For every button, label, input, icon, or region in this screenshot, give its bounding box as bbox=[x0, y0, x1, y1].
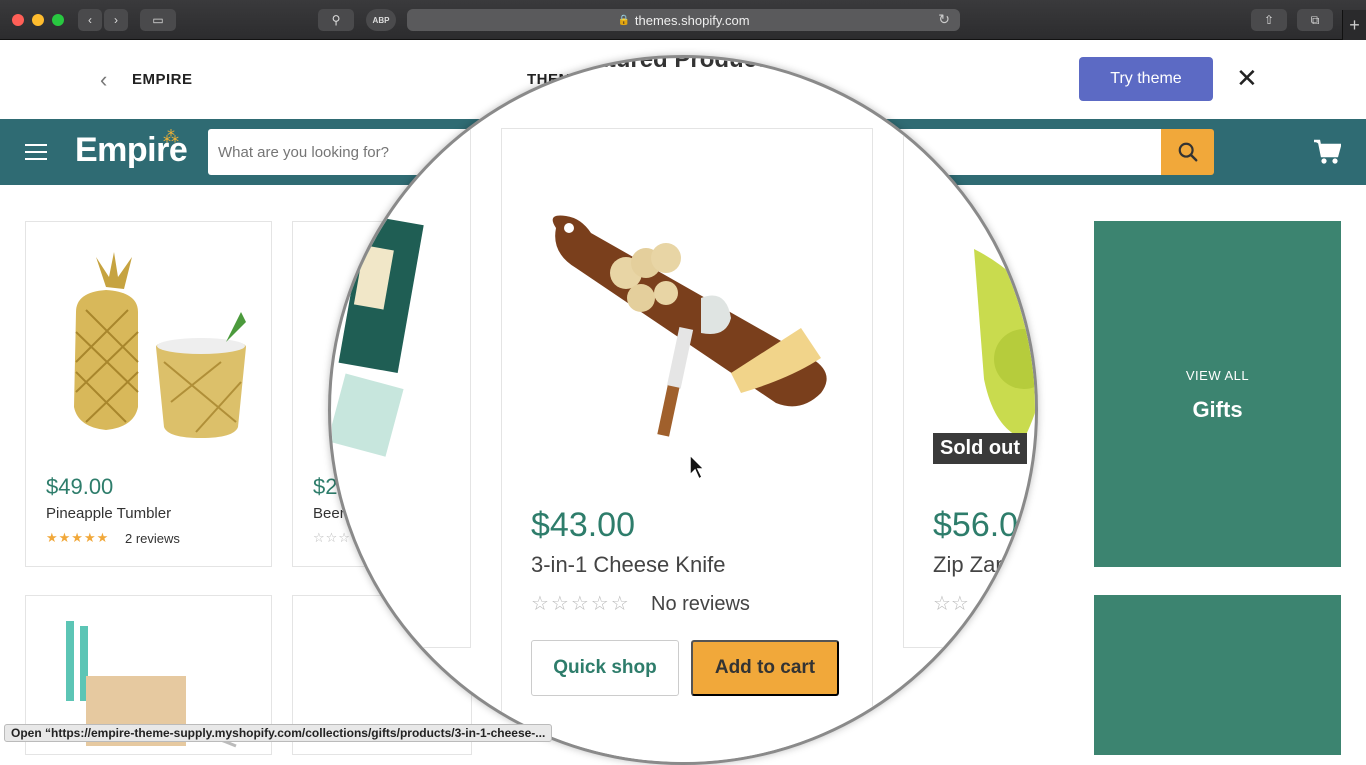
collection-title: Gifts bbox=[1192, 397, 1243, 422]
product-price: $56.0 bbox=[933, 506, 1019, 544]
product-image-cheese-board[interactable] bbox=[541, 208, 841, 448]
extension-button[interactable]: ⚲ bbox=[318, 9, 354, 31]
product-title[interactable]: Zip Zap bbox=[933, 552, 1008, 578]
magnifier-lens: eatured Products $43.00 3-in-1 Cheese Kn… bbox=[328, 55, 1038, 765]
minimize-window-button[interactable] bbox=[32, 14, 44, 26]
quick-shop-button[interactable]: Quick shop bbox=[531, 640, 679, 696]
chevron-left-icon: ‹ bbox=[88, 13, 92, 27]
zoom-window-button[interactable] bbox=[52, 14, 64, 26]
try-theme-button[interactable]: Try theme bbox=[1079, 57, 1213, 101]
sold-out-badge: Sold out bbox=[933, 433, 1027, 464]
adblock-button[interactable]: ABP bbox=[366, 9, 396, 31]
cart-icon bbox=[1314, 139, 1342, 164]
browser-toolbar: ‹ › ▭ ⚲ ABP 🔒 themes.shopify.com ↻ ⇧ ⧉ + bbox=[0, 0, 1366, 40]
close-window-button[interactable] bbox=[12, 14, 24, 26]
star-rating: ☆☆☆☆☆ bbox=[531, 593, 631, 615]
collection-tile[interactable] bbox=[1094, 595, 1341, 755]
back-button[interactable]: ‹ bbox=[78, 9, 102, 31]
chevron-left-icon[interactable]: ‹ bbox=[100, 67, 107, 93]
product-card bbox=[331, 128, 471, 648]
search-button[interactable] bbox=[1161, 129, 1214, 175]
product-card[interactable]: $49.00 Pineapple Tumbler ★★★★★ 2 reviews bbox=[25, 221, 272, 567]
star-rating: ★★★★★ bbox=[46, 530, 110, 545]
review-count: No reviews bbox=[651, 593, 750, 615]
product-image-zip-zap bbox=[974, 249, 1035, 439]
sidebar-icon: ▭ bbox=[152, 13, 164, 27]
menu-icon[interactable] bbox=[25, 144, 47, 160]
product-title[interactable]: 3-in-1 Cheese Knife bbox=[531, 552, 725, 578]
plus-icon: + bbox=[1349, 14, 1360, 35]
url-text: themes.shopify.com bbox=[634, 12, 750, 28]
share-button[interactable]: ⇧ bbox=[1251, 9, 1287, 31]
tabs-icon: ⧉ bbox=[1310, 12, 1320, 27]
product-image-army-men bbox=[881, 678, 1035, 748]
lock-icon: 🔒 bbox=[617, 14, 630, 26]
close-icon[interactable]: ✕ bbox=[1236, 65, 1258, 91]
mouse-pointer-icon bbox=[689, 453, 706, 481]
review-count: 2 reviews bbox=[125, 531, 180, 546]
view-all-label: VIEW ALL bbox=[1185, 368, 1250, 383]
product-image-beer-kit bbox=[332, 214, 424, 457]
add-to-cart-button[interactable]: Add to cart bbox=[691, 640, 839, 696]
link-status-bar: Open “https://empire-theme-supply.myshop… bbox=[4, 724, 553, 742]
cart-button[interactable] bbox=[1313, 139, 1342, 170]
tabs-overview-button[interactable]: ⧉ bbox=[1297, 9, 1333, 31]
theme-name[interactable]: EMPIRE bbox=[132, 71, 193, 88]
product-title[interactable]: Pineapple Tumbler bbox=[46, 505, 171, 522]
product-image-pineapple-tumbler[interactable] bbox=[46, 252, 251, 442]
flashlight-icon: ⚲ bbox=[331, 13, 341, 27]
share-icon: ⇧ bbox=[1263, 13, 1275, 27]
product-price: $43.00 bbox=[531, 506, 635, 544]
collection-tile-gifts[interactable]: VIEW ALL Gifts bbox=[1094, 221, 1341, 567]
sparkle-icon: ⁂ bbox=[163, 129, 179, 146]
forward-button[interactable]: › bbox=[104, 9, 128, 31]
reload-icon[interactable]: ↻ bbox=[938, 11, 950, 28]
search-icon bbox=[1178, 142, 1197, 162]
section-heading: eatured Products bbox=[581, 55, 779, 73]
star-rating: ☆☆ bbox=[933, 593, 969, 615]
new-tab-button[interactable]: + bbox=[1342, 10, 1366, 40]
product-price: $49.00 bbox=[46, 474, 114, 499]
chevron-right-icon: › bbox=[114, 13, 118, 27]
address-bar[interactable]: 🔒 themes.shopify.com ↻ bbox=[407, 9, 960, 31]
adblock-icon: ABP bbox=[372, 15, 390, 25]
sidebar-button[interactable]: ▭ bbox=[140, 9, 176, 31]
